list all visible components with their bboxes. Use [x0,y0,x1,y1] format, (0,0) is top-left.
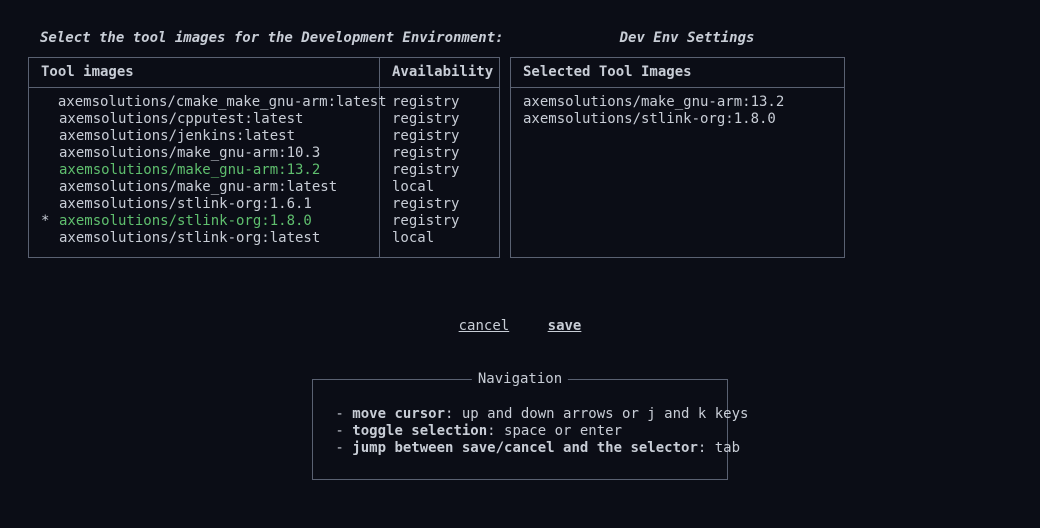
tool-image-name: axemsolutions/cmake_make_gnu-arm:latest [58,94,387,111]
cursor-marker: * [41,213,59,230]
list-item[interactable]: axemsolutions/make_gnu-arm:latest [29,179,379,196]
cancel-button[interactable]: cancel [459,318,510,334]
availability-value: registry [380,196,499,213]
navigation-help: Navigation - move cursor: up and down ar… [312,379,728,480]
tool-images-list[interactable]: axemsolutions/cmake_make_gnu-arm:latest … [29,88,379,257]
tool-image-name: axemsolutions/jenkins:latest [59,128,295,145]
list-item[interactable]: axemsolutions/make_gnu-arm:13.2 [29,162,379,179]
selected-images-panel: Selected Tool Images axemsolutions/make_… [510,57,845,258]
tool-images-header: Tool images [29,58,379,88]
cursor-marker [41,162,59,179]
tool-image-name: axemsolutions/make_gnu-arm:10.3 [59,145,320,162]
tool-image-name: axemsolutions/stlink-org:1.6.1 [59,196,312,213]
availability-list: registryregistryregistryregistryregistry… [380,88,499,257]
list-item[interactable]: axemsolutions/stlink-org:latest [29,230,379,247]
selected-images-header: Selected Tool Images [511,58,844,88]
list-item[interactable]: axemsolutions/stlink-org:1.6.1 [29,196,379,213]
availability-value: registry [380,162,499,179]
selected-images-list: axemsolutions/make_gnu-arm:13.2axemsolut… [511,88,844,138]
cursor-marker [41,196,59,213]
nav-desc: : up and down arrows or j and k keys [445,406,748,422]
availability-value: local [380,179,499,196]
nav-key: toggle selection [352,423,487,439]
selected-image: axemsolutions/make_gnu-arm:13.2 [511,94,844,111]
nav-key: jump between save/cancel and the selecto… [352,440,698,456]
list-item[interactable]: axemsolutions/cpputest:latest [29,111,379,128]
tool-image-name: axemsolutions/stlink-org:latest [59,230,320,247]
save-button[interactable]: save [548,318,582,334]
list-item[interactable]: axemsolutions/make_gnu-arm:10.3 [29,145,379,162]
availability-value: local [380,230,499,247]
cursor-marker [41,111,59,128]
availability-header: Availability [380,58,499,88]
nav-desc: : space or enter [487,423,622,439]
cursor-marker [41,145,59,162]
availability-value: registry [380,128,499,145]
cursor-marker [41,94,58,111]
list-item[interactable]: axemsolutions/cmake_make_gnu-arm:latest [29,94,379,111]
navigation-legend: Navigation [472,371,568,388]
tool-image-name: axemsolutions/make_gnu-arm:13.2 [59,162,320,179]
selected-image: axemsolutions/stlink-org:1.8.0 [511,111,844,128]
cursor-marker [41,128,59,145]
availability-value: registry [380,213,499,230]
nav-desc: : tab [698,440,740,456]
availability-value: registry [380,94,499,111]
tool-image-name: axemsolutions/stlink-org:1.8.0 [59,213,312,230]
cursor-marker [41,230,59,247]
page-title: Select the tool images for the Developme… [40,30,504,47]
page-subtitle: Dev Env Settings [620,30,755,47]
availability-value: registry [380,145,499,162]
list-item[interactable]: axemsolutions/jenkins:latest [29,128,379,145]
tool-image-name: axemsolutions/cpputest:latest [59,111,303,128]
nav-help-line: - jump between save/cancel and the selec… [327,440,713,457]
nav-key: move cursor [352,406,445,422]
tool-images-panel: Tool images axemsolutions/cmake_make_gnu… [28,57,500,258]
list-item[interactable]: * axemsolutions/stlink-org:1.8.0 [29,213,379,230]
nav-help-line: - move cursor: up and down arrows or j a… [327,406,713,423]
availability-value: registry [380,111,499,128]
tool-image-name: axemsolutions/make_gnu-arm:latest [59,179,337,196]
cursor-marker [41,179,59,196]
nav-help-line: - toggle selection: space or enter [327,423,713,440]
